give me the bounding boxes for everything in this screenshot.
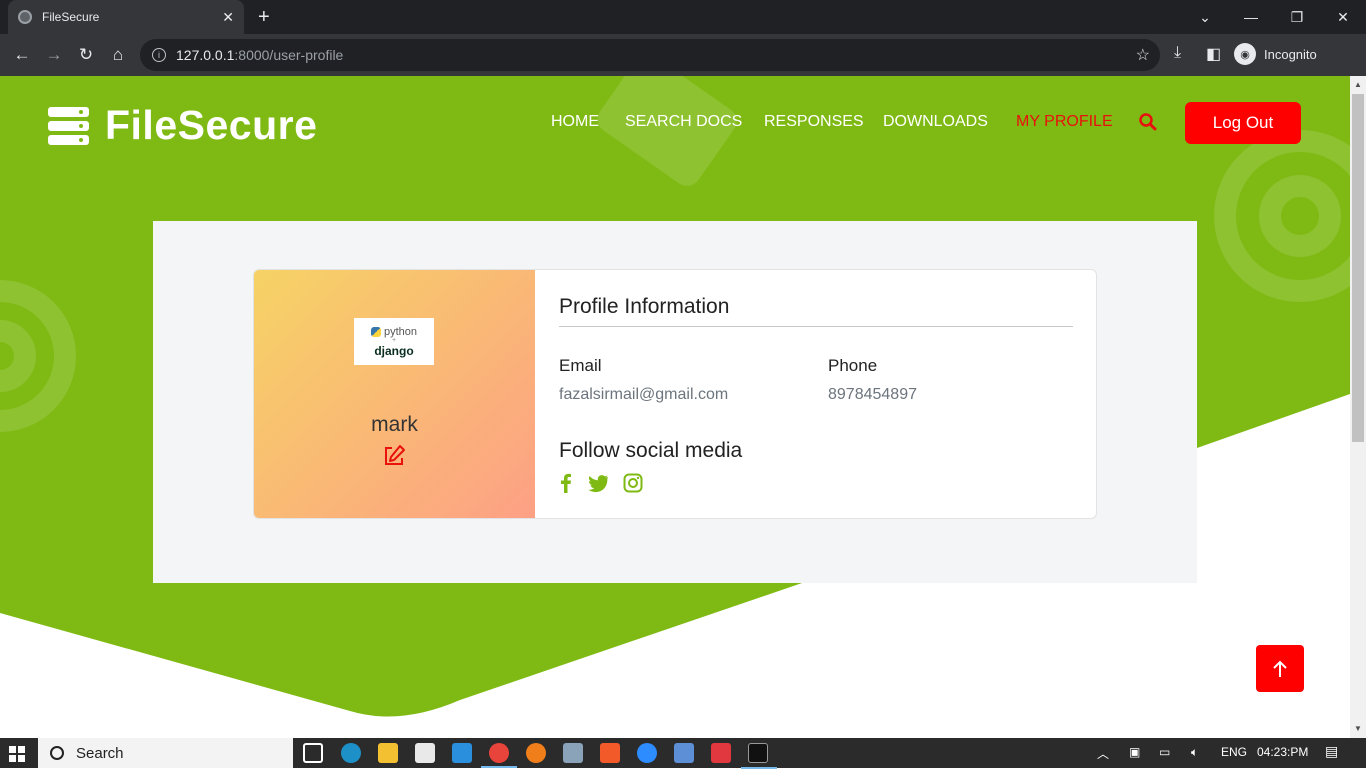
- language-indicator[interactable]: ENG: [1221, 745, 1247, 759]
- profile-card-right: Profile Information Email fazalsirmail@g…: [535, 270, 1096, 518]
- meet-icon[interactable]: ▣: [1129, 745, 1140, 759]
- network-icon[interactable]: ▭: [1159, 745, 1170, 759]
- browser-toolbar: ← → ↻ ⌂ i 127.0.0.1:8000/user-profile ☆ …: [0, 34, 1366, 76]
- restore-icon[interactable]: ❐: [1274, 0, 1320, 34]
- minimize-icon[interactable]: —: [1228, 0, 1274, 34]
- address-bar[interactable]: i 127.0.0.1:8000/user-profile ☆: [140, 39, 1160, 71]
- notification-icon[interactable]: ▤: [1325, 743, 1338, 760]
- divider: [559, 326, 1073, 327]
- app-icon[interactable]: [415, 743, 435, 763]
- phone-label: Phone: [828, 356, 878, 375]
- chevron-up-icon[interactable]: ︿: [1097, 745, 1109, 762]
- side-panel-icon[interactable]: ◧: [1206, 44, 1221, 64]
- new-tab-button[interactable]: +: [258, 6, 270, 29]
- download-icon[interactable]: ⤓: [1174, 44, 1181, 62]
- brand-name: FileSecure: [105, 102, 318, 148]
- profile-image: python + django: [354, 318, 434, 365]
- browser-tab[interactable]: FileSecure ✕: [8, 0, 244, 34]
- volume-icon[interactable]: 🔈︎: [1191, 745, 1198, 760]
- incognito-icon: ◉: [1234, 43, 1256, 65]
- profile-panel: python + django mark Profile Information…: [153, 221, 1197, 583]
- search-icon: [50, 746, 64, 760]
- twitter-icon[interactable]: [587, 472, 609, 494]
- bookmark-star-icon[interactable]: ☆: [1136, 45, 1150, 65]
- scroll-up-icon[interactable]: ▲: [1354, 80, 1362, 89]
- reload-icon[interactable]: ↻: [73, 42, 99, 68]
- profile-card: python + django mark Profile Information…: [253, 269, 1097, 519]
- phone-value: 8978454897: [828, 386, 917, 403]
- page-scrollbar[interactable]: ▲ ▼: [1350, 76, 1366, 738]
- nav-search-docs[interactable]: SEARCH DOCS: [625, 113, 742, 131]
- app-icon[interactable]: [711, 743, 731, 763]
- url-host: 127.0.0.1: [176, 47, 235, 63]
- taskbar-search-label: Search: [76, 744, 124, 762]
- scroll-to-top-button[interactable]: [1256, 645, 1304, 692]
- search-app-icon[interactable]: [526, 743, 546, 763]
- incognito-label: Incognito: [1264, 46, 1317, 62]
- email-label: Email: [559, 356, 602, 375]
- social-title: Follow social media: [559, 439, 743, 462]
- incognito-indicator[interactable]: ◉ Incognito: [1234, 43, 1317, 65]
- back-icon[interactable]: ←: [9, 42, 35, 68]
- arrow-up-icon: [1273, 660, 1287, 677]
- task-view-icon[interactable]: [303, 743, 323, 763]
- profile-card-left: python + django mark: [254, 270, 535, 518]
- app-icon[interactable]: [674, 743, 694, 763]
- info-icon[interactable]: i: [152, 48, 166, 62]
- python-logo: python: [370, 325, 418, 338]
- server-icon: [48, 106, 89, 145]
- nav-home[interactable]: HOME: [551, 113, 599, 131]
- username: mark: [371, 413, 418, 436]
- brave-icon[interactable]: [600, 743, 620, 763]
- scrollbar-thumb[interactable]: [1352, 94, 1364, 442]
- profile-image-text-top: python: [383, 325, 418, 338]
- vscode-icon[interactable]: [452, 743, 472, 763]
- clock[interactable]: 04:23:PM: [1257, 745, 1308, 759]
- windows-start-icon[interactable]: [9, 746, 25, 762]
- browser-tab-bar: FileSecure ✕ + ⌄ — ❐ ✕: [0, 0, 1366, 34]
- terminal-icon[interactable]: [741, 743, 777, 769]
- home-icon[interactable]: ⌂: [105, 42, 131, 68]
- profile-info-title: Profile Information: [559, 295, 730, 318]
- app-icon[interactable]: [563, 743, 583, 763]
- email-value: fazalsirmail@gmail.com: [559, 386, 729, 403]
- globe-icon: [18, 10, 32, 24]
- zoom-icon[interactable]: [637, 743, 657, 763]
- nav-my-profile[interactable]: MY PROFILE: [1016, 113, 1113, 131]
- tab-search-icon[interactable]: ⌄: [1182, 0, 1228, 34]
- forward-icon[interactable]: →: [41, 42, 67, 68]
- nav-responses[interactable]: RESPONSES: [764, 113, 864, 131]
- site-logo[interactable]: FileSecure: [48, 102, 317, 149]
- web-page: FileSecure HOME SEARCH DOCS RESPONSES DO…: [0, 76, 1350, 738]
- edit-icon[interactable]: [382, 444, 406, 468]
- tab-title: FileSecure: [42, 10, 100, 24]
- nav-downloads[interactable]: DOWNLOADS: [883, 113, 988, 131]
- edge-icon[interactable]: [341, 743, 361, 763]
- profile-image-text-bottom: django: [374, 343, 414, 358]
- close-window-icon[interactable]: ✕: [1320, 0, 1366, 34]
- logout-button[interactable]: Log Out: [1185, 102, 1301, 144]
- instagram-icon[interactable]: [622, 472, 644, 494]
- facebook-icon[interactable]: [555, 472, 577, 494]
- file-explorer-icon[interactable]: [378, 743, 398, 763]
- url-path: :8000/user-profile: [234, 47, 344, 63]
- taskbar-search[interactable]: Search: [38, 738, 293, 768]
- windows-taskbar: Search ︿ ▣ ▭ 🔈︎ ENG 04:23:PM ▤: [0, 738, 1366, 769]
- close-tab-icon[interactable]: ✕: [222, 9, 234, 26]
- scroll-down-icon[interactable]: ▼: [1354, 724, 1362, 733]
- search-icon[interactable]: [1138, 112, 1158, 132]
- chrome-icon[interactable]: [481, 743, 517, 768]
